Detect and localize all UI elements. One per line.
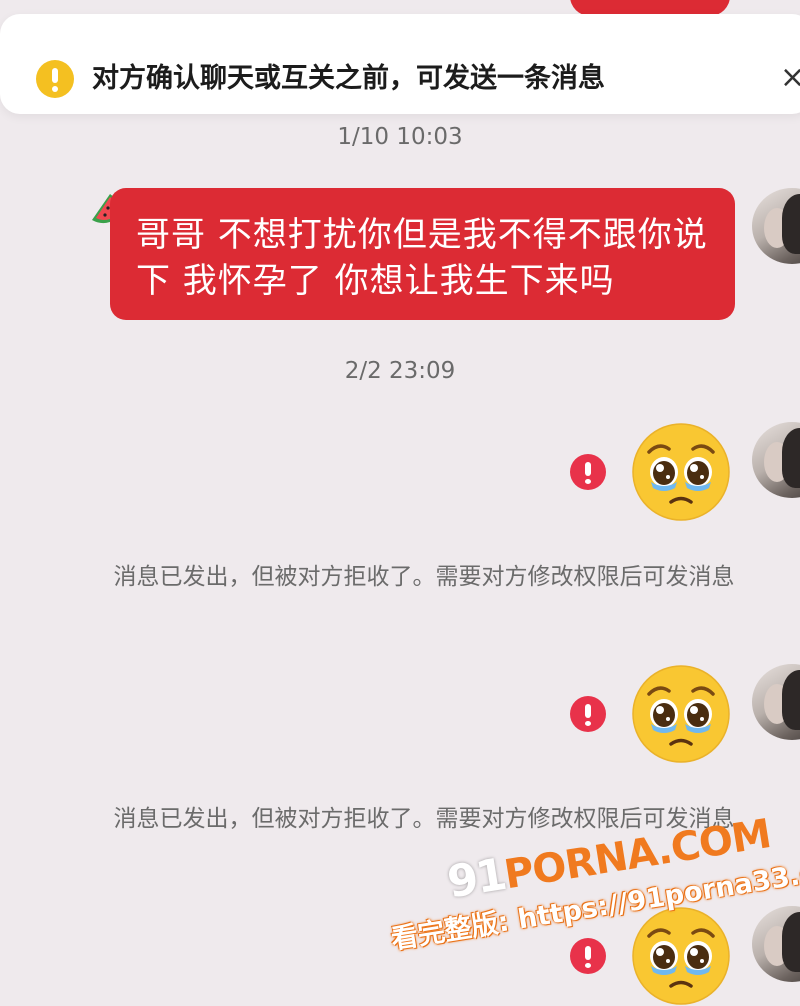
message-bubble[interactable]: 哥哥 不想打扰你但是我不得不跟你说下 我怀孕了 你想让我生下来吗 xyxy=(110,188,735,320)
error-icon[interactable] xyxy=(570,696,606,732)
timestamp: 2/2 23:09 xyxy=(344,358,456,384)
error-icon[interactable] xyxy=(570,454,606,490)
avatar[interactable] xyxy=(752,664,800,740)
pleading-face-emoji[interactable] xyxy=(631,422,731,522)
banner-text: 对方确认聊天或互关之前，可发送一条消息 xyxy=(92,63,605,94)
warning-icon xyxy=(36,60,74,98)
pleading-face-emoji[interactable] xyxy=(631,664,731,764)
rejection-notice: 消息已发出，但被对方拒收了。需要对方修改权限后可发消息 xyxy=(113,564,735,590)
notice-banner: 对方确认聊天或互关之前，可发送一条消息 × xyxy=(0,14,800,114)
pleading-face-emoji[interactable] xyxy=(631,906,731,1006)
avatar[interactable] xyxy=(752,906,800,982)
avatar[interactable] xyxy=(752,422,800,498)
error-icon[interactable] xyxy=(570,938,606,974)
timestamp: 1/10 10:03 xyxy=(337,124,463,150)
message-text: 哥哥 不想打扰你但是我不得不跟你说下 我怀孕了 你想让我生下来吗 xyxy=(136,215,708,301)
avatar[interactable] xyxy=(752,188,800,264)
close-icon[interactable]: × xyxy=(780,58,800,98)
